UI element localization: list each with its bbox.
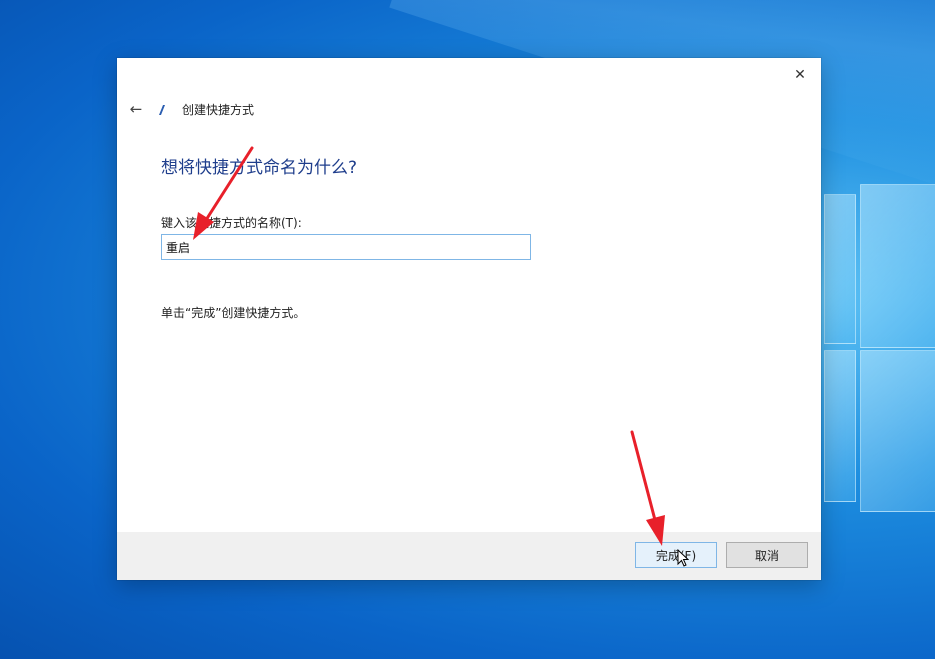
- windows-logo-pane: [860, 184, 935, 348]
- finish-button[interactable]: 完成(F): [635, 542, 717, 568]
- shortcut-icon: [159, 105, 165, 115]
- windows-logo-pane: [824, 194, 856, 344]
- wizard-title: 创建快捷方式: [182, 103, 255, 117]
- cancel-button[interactable]: 取消: [726, 542, 808, 568]
- windows-logo: [820, 180, 935, 520]
- dialog-footer: 完成(F) 取消: [117, 532, 821, 580]
- windows-logo-pane: [824, 350, 856, 502]
- page-heading: 想将快捷方式命名为什么?: [161, 158, 358, 178]
- mouse-cursor-icon: [677, 549, 689, 567]
- close-icon: ✕: [794, 67, 806, 83]
- finish-instruction: 单击“完成”创建快捷方式。: [161, 306, 306, 320]
- back-arrow-icon: ←: [129, 100, 143, 118]
- create-shortcut-dialog: ✕ ← 创建快捷方式 想将快捷方式命名为什么? 键入该快捷方式的名称(T): 单…: [117, 58, 821, 580]
- shortcut-name-input[interactable]: [161, 234, 531, 260]
- shortcut-name-label: 键入该快捷方式的名称(T):: [161, 216, 302, 230]
- windows-logo-pane: [860, 350, 935, 512]
- back-button[interactable]: ←: [125, 98, 147, 120]
- close-button[interactable]: ✕: [787, 64, 813, 86]
